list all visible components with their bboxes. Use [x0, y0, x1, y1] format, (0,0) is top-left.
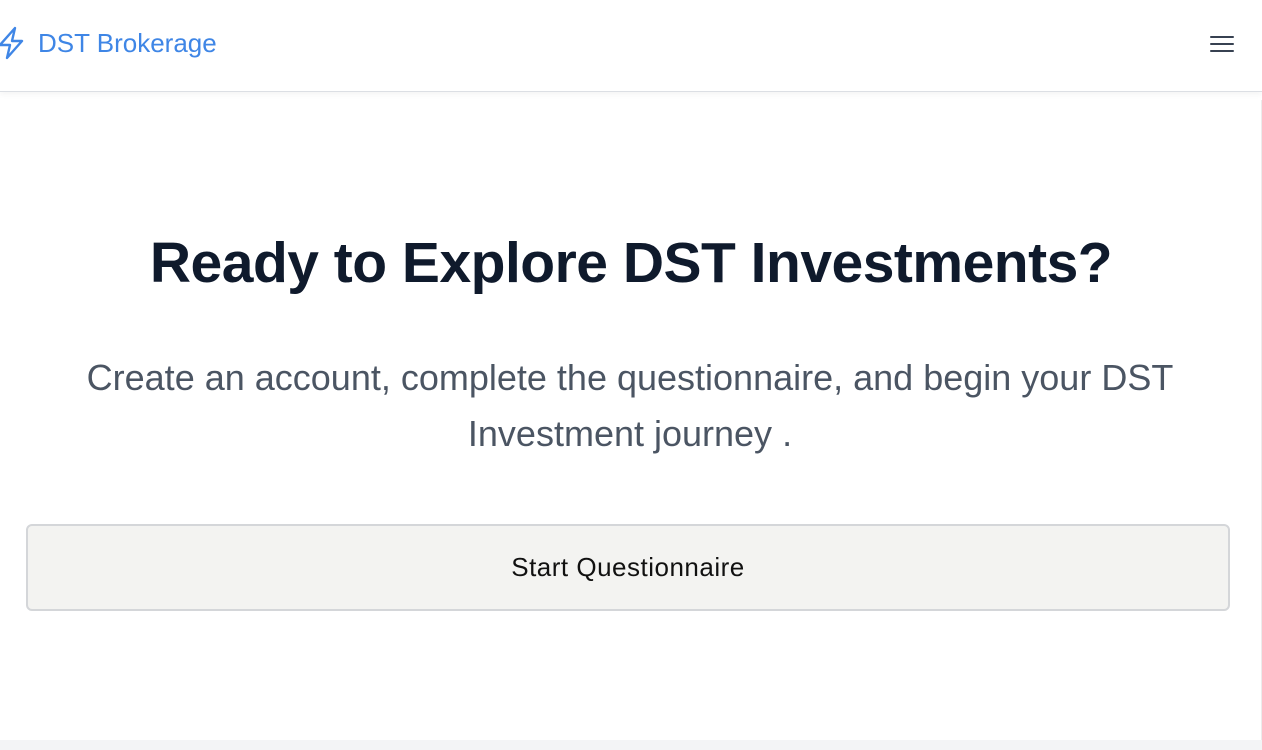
start-questionnaire-button[interactable]: Start Questionnaire	[26, 524, 1230, 611]
lightning-bolt-icon	[0, 26, 26, 60]
footer-strip	[0, 740, 1262, 750]
navbar: DST Brokerage	[0, 0, 1262, 92]
page-title: Ready to Explore DST Investments?	[149, 231, 1113, 295]
menu-button[interactable]	[1208, 30, 1236, 58]
brand-label: DST Brokerage	[38, 28, 217, 58]
hamburger-menu-icon	[1208, 36, 1236, 52]
hero-subtitle: Create an account, complete the question…	[86, 357, 1174, 454]
hero-section: Ready to Explore DST Investments? Create…	[0, 100, 1262, 740]
brand-link[interactable]: DST Brokerage	[0, 26, 217, 60]
